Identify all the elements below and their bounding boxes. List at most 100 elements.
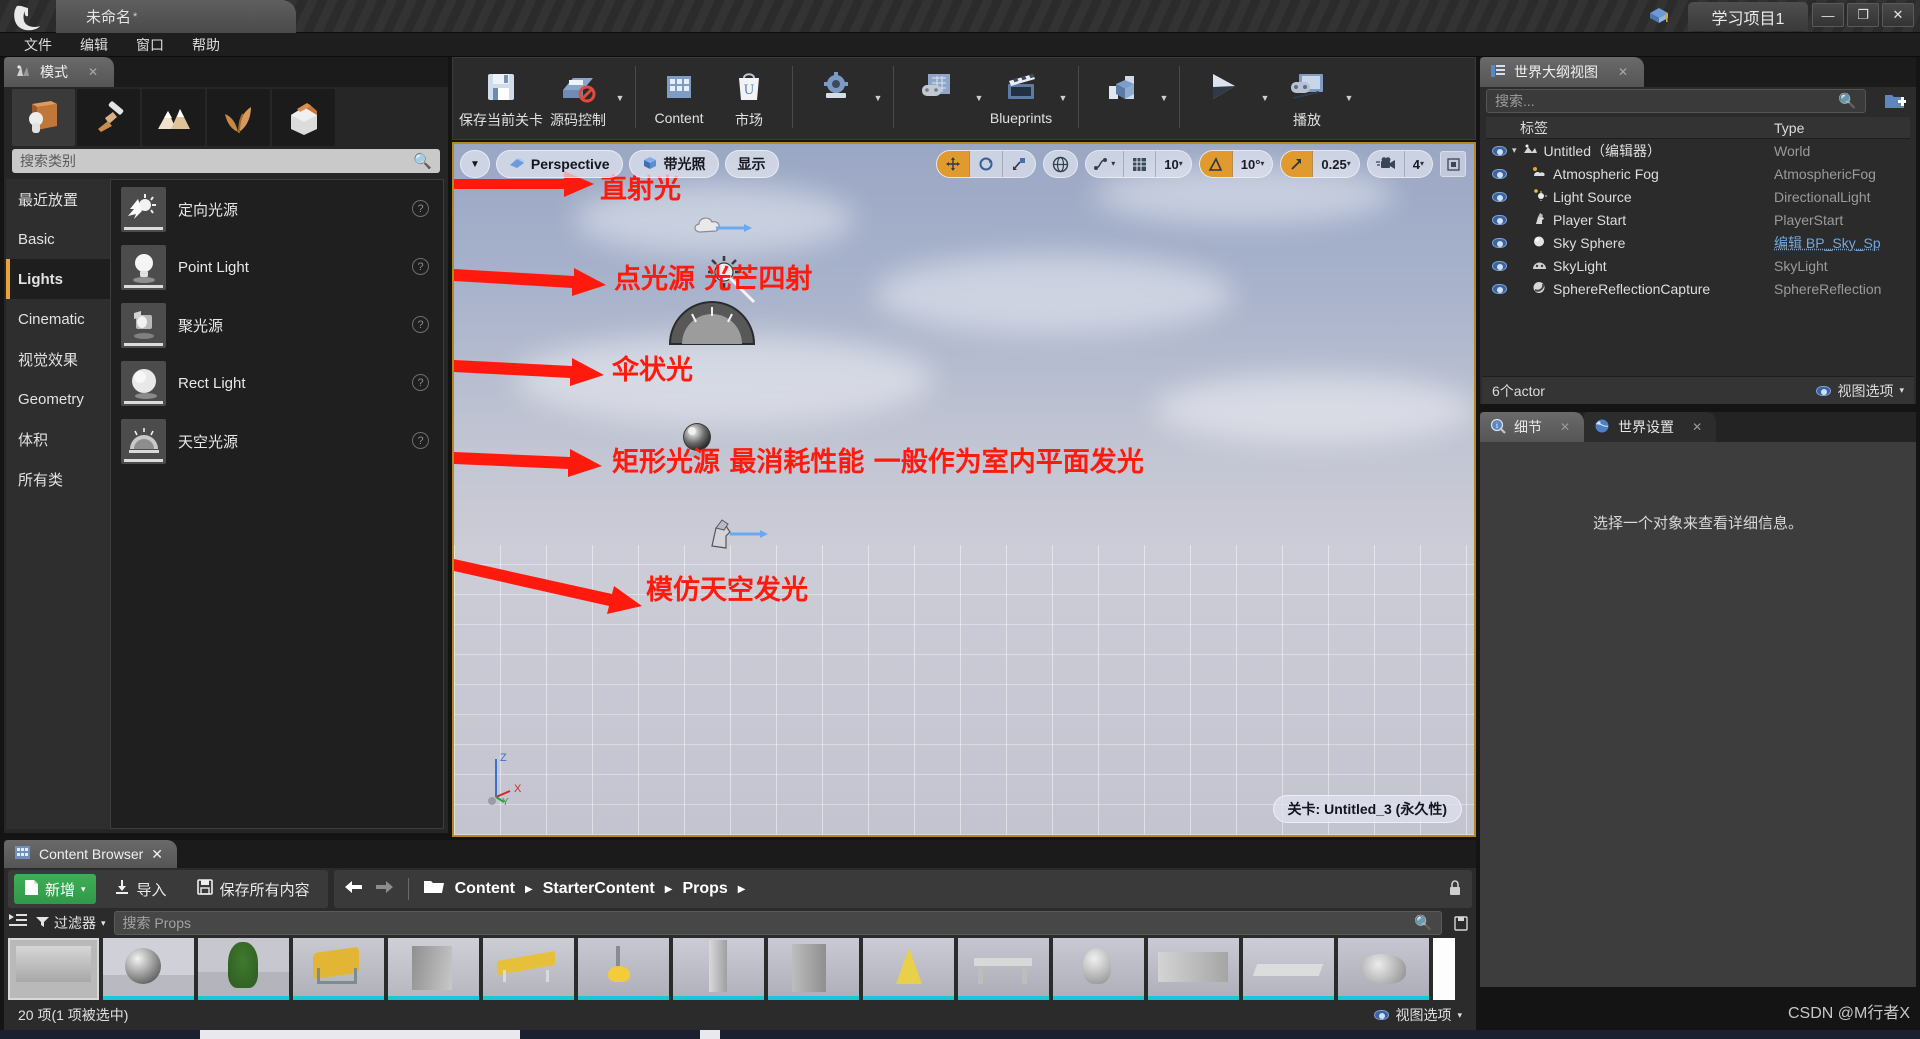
toolbar-blueprints[interactable]: [902, 62, 972, 134]
blueprints-caret-icon[interactable]: ▼: [972, 62, 986, 134]
grid-snap-toggle[interactable]: [1124, 151, 1157, 177]
add-new-button[interactable]: 新增 ▾: [14, 874, 96, 904]
placeable-sky-light[interactable]: 天空光源 ?: [111, 412, 443, 470]
menu-item-window[interactable]: 窗口: [122, 33, 178, 57]
visibility-eye-icon[interactable]: [1486, 283, 1512, 294]
asset-tile-door[interactable]: [768, 938, 859, 1000]
lock-icon[interactable]: [1448, 879, 1462, 899]
mode-button-paint[interactable]: [77, 89, 140, 146]
viewport-show-button[interactable]: 显示: [724, 150, 779, 178]
asset-tile-pillar[interactable]: [673, 938, 764, 1000]
tab-world-outliner[interactable]: 世界大纲视图 ✕: [1480, 57, 1645, 87]
help-icon[interactable]: ?: [412, 316, 429, 333]
cinematics-caret-icon[interactable]: ▼: [1056, 62, 1070, 134]
help-icon[interactable]: ?: [412, 200, 429, 217]
angle-snap-toggle[interactable]: [1199, 151, 1233, 177]
asset-tile-selected[interactable]: [8, 938, 99, 1000]
expander-icon[interactable]: ▾: [1512, 145, 1517, 156]
outliner-view-options-button[interactable]: 视图选项 ▾: [1816, 381, 1904, 401]
toolbar-marketplace[interactable]: U 市场: [714, 62, 784, 134]
asset-tile-bush[interactable]: [198, 938, 289, 1000]
import-button[interactable]: 导入: [102, 874, 179, 904]
save-search-icon[interactable]: [1450, 911, 1472, 935]
mode-button-place[interactable]: [12, 89, 75, 146]
asset-tile-lamp[interactable]: [578, 938, 669, 1000]
toolbar-build[interactable]: [1087, 62, 1157, 134]
outliner-label-column[interactable]: 标签: [1514, 118, 1774, 138]
menu-item-file[interactable]: 文件: [10, 33, 66, 57]
modes-tab-close-icon[interactable]: ✕: [88, 65, 98, 79]
level-viewport[interactable]: ▼ Perspective 带光照 显示 ▾ 10 ▾ 10° ▾ 0.25 ▾…: [452, 142, 1476, 837]
toolbar-cinematics[interactable]: Blueprints: [986, 62, 1056, 134]
asset-tile-cone[interactable]: [863, 938, 954, 1000]
visibility-eye-icon[interactable]: [1486, 214, 1512, 225]
visibility-eye-icon[interactable]: [1486, 260, 1512, 271]
scale-tool-button[interactable]: [1003, 151, 1035, 177]
placeable-rect-light[interactable]: Rect Light ?: [111, 354, 443, 412]
outliner-row-type-link[interactable]: 编辑 BP_Sky_Sp: [1774, 233, 1910, 253]
outliner-tab-close-icon[interactable]: ✕: [1618, 65, 1628, 79]
mode-button-landscape[interactable]: [142, 89, 205, 146]
world-coords-button[interactable]: [1044, 151, 1077, 177]
category-geometry[interactable]: Geometry: [6, 379, 110, 419]
save-all-button[interactable]: 保存所有内容: [185, 874, 322, 904]
learn-project-tab[interactable]: 学习项目1: [1688, 2, 1808, 31]
tab-content-browser[interactable]: Content Browser ✕: [4, 840, 178, 868]
toolbar-play[interactable]: [1188, 62, 1258, 134]
placeable-spot-light[interactable]: 聚光源 ?: [111, 296, 443, 354]
rotate-tool-button[interactable]: [970, 151, 1004, 177]
world-settings-tab-close-icon[interactable]: ✕: [1692, 420, 1702, 434]
toolbar-content[interactable]: Content: [644, 62, 714, 134]
toolbar-source-control[interactable]: 源码控制: [543, 62, 613, 134]
asset-tile-rock[interactable]: [1338, 938, 1429, 1000]
help-icon[interactable]: ?: [412, 374, 429, 391]
placeable-directional-light[interactable]: 定向光源 ?: [111, 180, 443, 238]
maximize-button[interactable]: ❐: [1847, 3, 1879, 27]
breadcrumb-starter-content[interactable]: StarterContent: [543, 880, 655, 898]
content-browser-tab-close-icon[interactable]: ✕: [151, 846, 163, 863]
menu-item-edit[interactable]: 编辑: [66, 33, 122, 57]
surface-snap-button[interactable]: ▾: [1086, 151, 1125, 177]
nav-back-button[interactable]: [344, 879, 364, 900]
outliner-search-input[interactable]: 搜索... 🔍: [1486, 89, 1866, 113]
mode-button-foliage[interactable]: [207, 89, 270, 146]
toolbar-launch[interactable]: 播放: [1272, 62, 1342, 134]
build-caret-icon[interactable]: ▼: [1157, 62, 1171, 134]
project-tab[interactable]: 未命名 *: [56, 0, 296, 33]
camera-speed-icon[interactable]: [1368, 151, 1405, 177]
asset-tile-table[interactable]: [958, 938, 1049, 1000]
source-control-caret-icon[interactable]: ▼: [613, 62, 627, 134]
filters-button[interactable]: 过滤器 ▾: [36, 913, 106, 933]
mode-button-geometry[interactable]: [272, 89, 335, 146]
asset-tile-plane[interactable]: [1243, 938, 1334, 1000]
category-recently-placed[interactable]: 最近放置: [6, 179, 110, 219]
content-browser-view-options-button[interactable]: 视图选项 ▾: [1374, 1005, 1462, 1025]
minimize-button[interactable]: —: [1812, 3, 1844, 27]
nav-forward-button[interactable]: [374, 879, 394, 900]
help-icon[interactable]: ?: [412, 258, 429, 275]
asset-tile-statue[interactable]: [1053, 938, 1144, 1000]
outliner-type-column[interactable]: Type: [1774, 120, 1910, 136]
menu-item-help[interactable]: 帮助: [178, 33, 234, 57]
category-all-classes[interactable]: 所有类: [6, 459, 110, 499]
visibility-eye-icon[interactable]: [1486, 168, 1512, 179]
close-button[interactable]: ✕: [1882, 3, 1914, 27]
play-caret-icon[interactable]: ▼: [1258, 62, 1272, 134]
category-volumes[interactable]: 体积: [6, 419, 110, 459]
details-tab-close-icon[interactable]: ✕: [1560, 420, 1570, 434]
grid-snap-value[interactable]: 10 ▾: [1156, 151, 1190, 177]
visibility-eye-icon[interactable]: [1486, 237, 1512, 248]
toolbar-settings[interactable]: [801, 62, 871, 134]
outliner-row-atmospheric-fog[interactable]: Atmospheric Fog AtmosphericFog: [1486, 162, 1910, 185]
breadcrumb-content[interactable]: Content: [455, 880, 515, 898]
translate-tool-button[interactable]: [937, 151, 971, 177]
viewport-perspective-button[interactable]: Perspective: [495, 150, 623, 178]
outliner-row-light-source[interactable]: Light Source DirectionalLight: [1486, 185, 1910, 208]
visibility-eye-icon[interactable]: [1486, 145, 1512, 156]
placeable-point-light[interactable]: Point Light ?: [111, 238, 443, 296]
outliner-row-skylight[interactable]: SkyLight SkyLight: [1486, 254, 1910, 277]
asset-tile-extra[interactable]: [1433, 938, 1455, 1000]
outliner-row-sphere-reflection-capture[interactable]: SphereReflectionCapture SphereReflection: [1486, 277, 1910, 300]
help-icon[interactable]: ?: [412, 432, 429, 449]
viewport-lit-button[interactable]: 带光照: [628, 150, 719, 178]
